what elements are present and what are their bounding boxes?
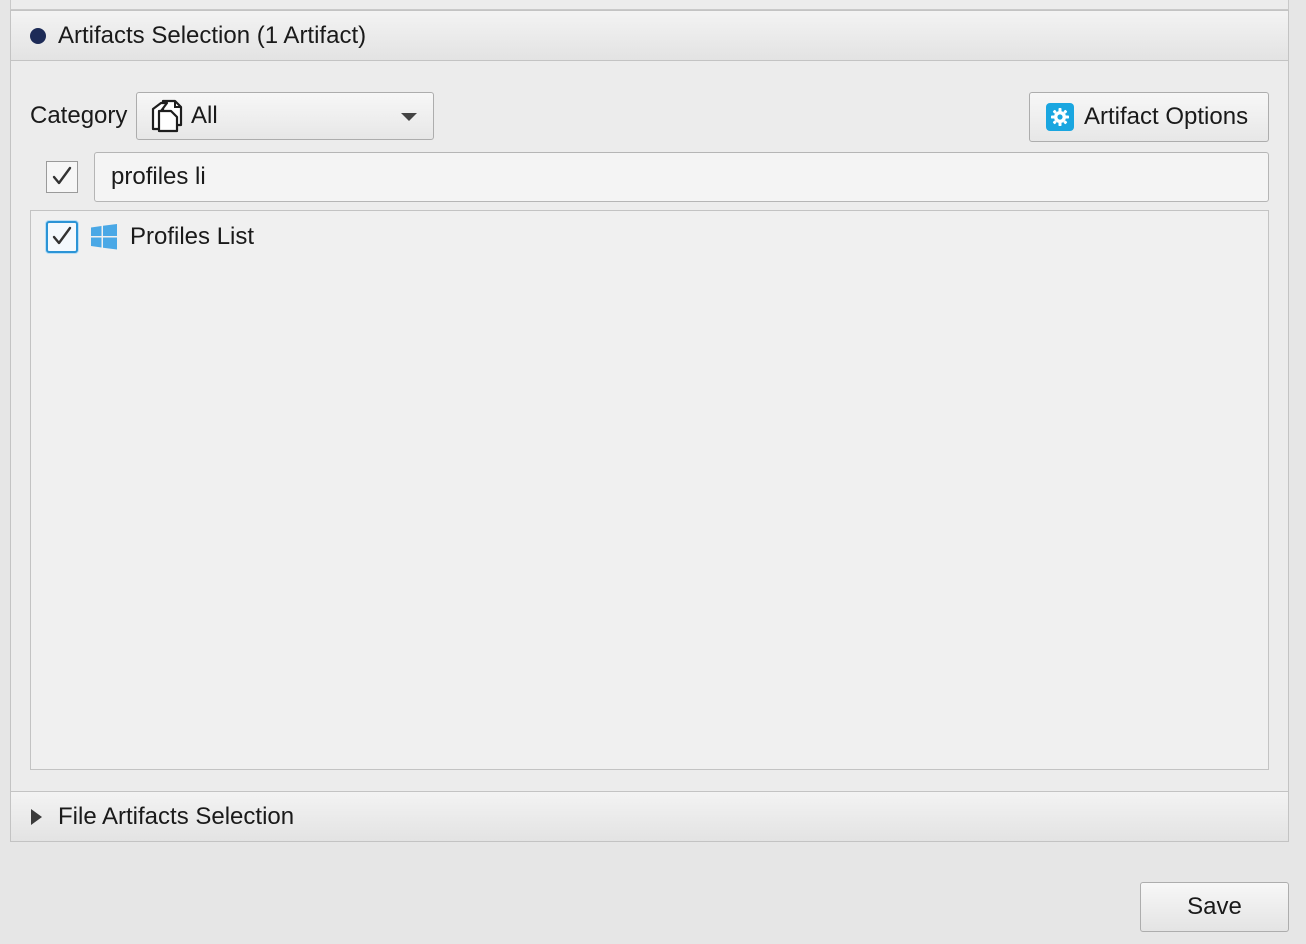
category-select-value: All (191, 102, 218, 129)
artifact-options-label: Artifact Options (1084, 103, 1249, 130)
file-artifacts-selection-title: File Artifacts Selection (58, 802, 295, 830)
select-all-checkbox[interactable] (46, 161, 78, 193)
profiles-list-checkbox[interactable] (46, 221, 78, 253)
section-bullet-icon (30, 27, 46, 44)
documents-icon (151, 99, 183, 133)
artifacts-selection-content: Category All Artifact Options profiles l… (11, 62, 1288, 790)
gear-icon (1046, 103, 1074, 131)
artifacts-selection-header[interactable]: Artifacts Selection (1 Artifact) (11, 11, 1288, 61)
category-label: Category (30, 102, 128, 129)
artifacts-panel: Artifacts Selection (1 Artifact) Categor… (10, 10, 1289, 842)
search-input[interactable] (94, 152, 1269, 202)
list-item[interactable]: Profiles List (31, 211, 1268, 263)
windows-icon (91, 224, 117, 250)
category-select[interactable]: All (136, 92, 434, 140)
list-item-label: Profiles List (130, 223, 255, 250)
artifacts-list: Profiles List (30, 210, 1269, 770)
expand-arrow-icon (31, 808, 42, 825)
checkmark-icon (52, 166, 72, 185)
checkmark-icon (52, 226, 72, 245)
artifact-options-button[interactable]: Artifact Options (1029, 92, 1269, 142)
save-button[interactable]: Save (1140, 882, 1289, 932)
chevron-down-icon (401, 113, 417, 121)
previous-section-edge (10, 0, 1289, 10)
artifacts-selection-title: Artifacts Selection (1 Artifact) (58, 21, 367, 49)
file-artifacts-selection-header[interactable]: File Artifacts Selection (11, 791, 1288, 841)
